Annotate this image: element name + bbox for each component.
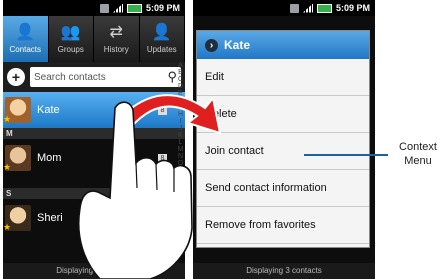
tab-label: Groups (57, 44, 84, 54)
status-time: 5:09 PM (335, 3, 370, 13)
hand-pointer-icon (77, 101, 193, 279)
avatar: ★ (3, 145, 31, 172)
group-icon: 👥 (60, 23, 81, 41)
curved-arrow-icon (118, 94, 222, 135)
tab-label: Contacts (9, 44, 42, 54)
touch-and-hold-gesture-illustration (77, 94, 222, 279)
status-bar: 5:09 PM (3, 0, 185, 16)
status-bar: 5:09 PM (193, 0, 375, 16)
callout-line (304, 154, 388, 156)
status-time: 5:09 PM (145, 3, 180, 13)
signal-icon (302, 3, 313, 13)
person-icon: 👤 (15, 23, 36, 41)
usb-icon (289, 3, 299, 13)
contact-name: Sheri (37, 212, 63, 224)
tab-contacts[interactable]: 👤 Contacts (3, 16, 49, 62)
battery-icon (126, 3, 142, 13)
contact-name: Mom (37, 152, 62, 164)
updates-icon: 👤 (151, 23, 172, 41)
tab-label: History (103, 44, 129, 54)
signal-icon (112, 3, 123, 13)
tab-label: Updates (146, 44, 177, 54)
callout-label: Context Menu (388, 140, 448, 168)
callout-label-line2: Menu (404, 155, 432, 167)
tab-updates[interactable]: 👤 Updates (140, 16, 185, 62)
chevron-right-icon: › (205, 38, 218, 52)
usb-icon (99, 3, 109, 13)
battery-icon (316, 3, 332, 13)
favorite-star-icon: ★ (3, 222, 12, 232)
favorite-star-icon: ★ (3, 162, 12, 172)
tab-groups[interactable]: 👥 Groups (49, 16, 94, 62)
favorite-star-icon: ★ (3, 114, 12, 124)
contact-name: Kate (37, 104, 60, 116)
tab-history[interactable]: ⇄ History (94, 16, 140, 62)
tab-bar: 👤 Contacts 👥 Groups ⇄ History 👤 Updates (3, 16, 185, 62)
avatar: ★ (3, 205, 31, 232)
context-menu-title: › Kate (197, 31, 369, 59)
context-menu-title-text: Kate (224, 38, 251, 52)
history-icon: ⇄ (109, 23, 123, 41)
add-contact-button[interactable]: + (7, 68, 25, 86)
avatar: ★ (3, 97, 31, 124)
callout-label-line1: Context (399, 141, 437, 153)
